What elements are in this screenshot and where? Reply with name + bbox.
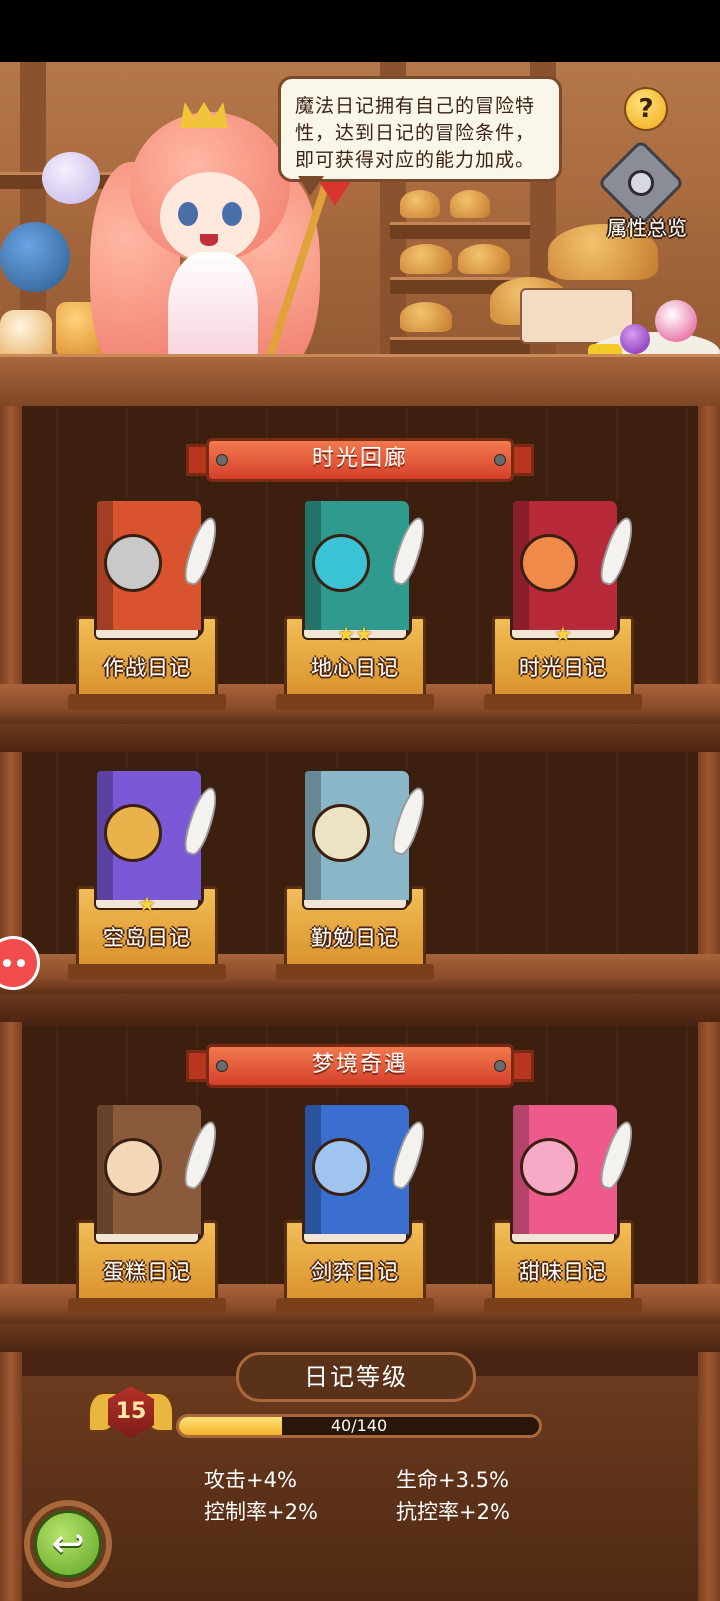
shelf-front <box>0 1324 720 1352</box>
diary-book-slot[interactable]: ★ 时光日记 <box>484 498 642 713</box>
book-stars: ★★ <box>337 622 373 646</box>
help-button[interactable]: ? <box>624 87 668 131</box>
section-title: 时光回廊 <box>311 446 408 471</box>
eye-dot <box>3 959 11 967</box>
attribute-overview-label[interactable]: 属性总览 <box>592 212 702 241</box>
pedestal-base <box>68 694 226 710</box>
diary-book-slot[interactable]: ★ 空岛日记 <box>68 768 226 983</box>
stat-bonus: 攻击+4% <box>204 1468 297 1492</box>
bread-icon <box>400 244 452 274</box>
eye-dot <box>17 959 25 967</box>
level-number: 15 <box>115 1399 147 1424</box>
candy-icon <box>620 324 650 354</box>
level-badge: 15 <box>88 1386 174 1446</box>
dialogue-bubble: 魔法日记拥有自己的冒险特 性，达到日记的冒险条件， 即可获得对应的能力加成。 <box>278 76 562 182</box>
book-pages <box>302 1234 408 1244</box>
book-name: 勤勉日记 <box>311 926 399 950</box>
section-title: 梦境奇遇 <box>311 1052 408 1077</box>
dialogue-line: 性，达到日记的冒险条件， <box>295 122 536 144</box>
book-name: 地心日记 <box>311 656 399 680</box>
diary-book-slot[interactable]: 作战日记 <box>68 498 226 713</box>
bread-icon <box>450 190 490 218</box>
book-pages <box>94 1234 200 1244</box>
pedestal-base <box>484 1298 642 1314</box>
shelf-front <box>0 994 720 1022</box>
book-name: 作战日记 <box>103 656 191 680</box>
attribute-overview-emblem <box>628 170 654 196</box>
book-name: 蛋糕日记 <box>103 1260 191 1284</box>
book-pages <box>510 1234 616 1244</box>
crossed-blades-icon <box>312 1138 370 1196</box>
level-progress-text: 40/140 <box>330 1416 388 1435</box>
donut-icon <box>520 1138 578 1196</box>
book-pages <box>302 900 408 910</box>
pedestal-base <box>276 964 434 980</box>
shelf-plank <box>390 222 530 239</box>
back-arrow-icon[interactable]: ↩ <box>34 1510 102 1578</box>
stat-bonus: 生命+3.5% <box>396 1468 509 1492</box>
diary-book-slot[interactable]: 剑弈日记 <box>276 1102 434 1317</box>
shield-gem-icon <box>520 534 578 592</box>
status-bar <box>0 0 720 62</box>
diary-book-slot[interactable]: ★★ 地心日记 <box>276 498 434 713</box>
bread-icon <box>400 302 452 332</box>
diary-level-title: 日记等级 <box>236 1352 476 1402</box>
help-icon: ? <box>638 94 654 124</box>
stat-bonus: 抗控率+2% <box>396 1500 510 1524</box>
book-stars: ★ <box>138 892 156 916</box>
shelf-plank <box>390 337 530 354</box>
book-pages <box>94 630 200 640</box>
section-banner: 时光回廊 <box>186 438 534 482</box>
book-name: 时光日记 <box>519 656 607 680</box>
diary-book-slot[interactable]: 甜味日记 <box>484 1102 642 1317</box>
dialogue-line: 即可获得对应的能力加成。 <box>295 149 536 171</box>
diary-book-slot[interactable]: 勤勉日记 <box>276 768 434 983</box>
crown-icon <box>180 102 228 128</box>
pedestal-base <box>276 694 434 710</box>
book-name: 剑弈日记 <box>311 1260 399 1284</box>
shelf-front <box>0 724 720 752</box>
section-banner: 梦境奇遇 <box>186 1044 534 1088</box>
pedestal-base <box>484 694 642 710</box>
dialogue-bubble-tail <box>298 176 324 196</box>
crossed-swords-icon <box>104 534 162 592</box>
candy-icon <box>655 300 697 342</box>
cake-icon <box>104 1138 162 1196</box>
stat-bonus: 控制率+2% <box>204 1500 318 1524</box>
book-name: 空岛日记 <box>103 926 191 950</box>
book-stars: ★ <box>554 622 572 646</box>
shop-counter <box>0 354 720 409</box>
dialogue-line: 魔法日记拥有自己的冒险特 <box>295 95 536 117</box>
earth-rune-icon <box>312 534 370 592</box>
pedestal-base <box>68 1298 226 1314</box>
compass-icon <box>104 804 162 862</box>
bread-icon <box>458 244 510 274</box>
book-name: 甜味日记 <box>519 1260 607 1284</box>
diary-book-slot[interactable]: 蛋糕日记 <box>68 1102 226 1317</box>
cross-emblem-icon <box>312 804 370 862</box>
pedestal-base <box>276 1298 434 1314</box>
pedestal-base <box>68 964 226 980</box>
bread-icon <box>400 190 440 218</box>
